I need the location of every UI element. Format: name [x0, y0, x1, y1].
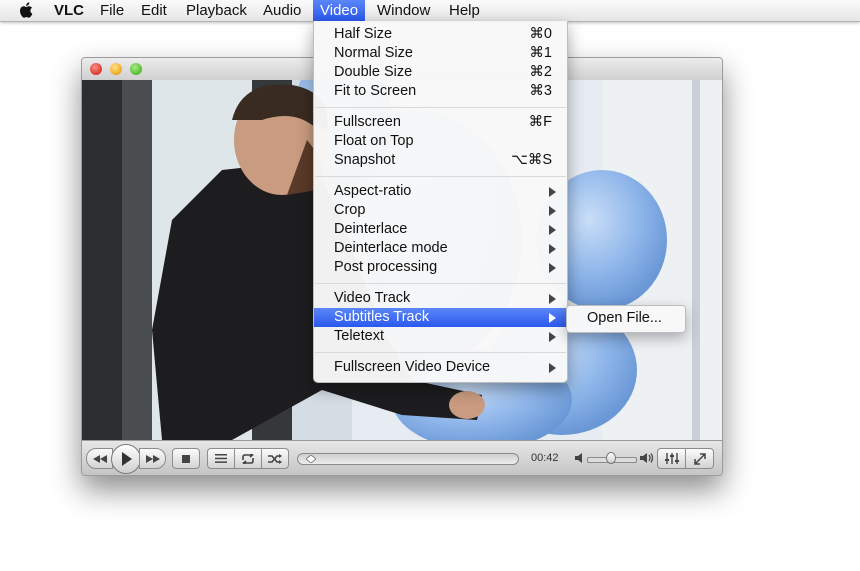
menu-window[interactable]: Window [370, 0, 437, 21]
menu-item-post-processing[interactable]: Post processing [314, 258, 567, 277]
fast-forward-button[interactable] [139, 448, 166, 469]
menu-item-deinterlace-mode[interactable]: Deinterlace mode [314, 239, 567, 258]
menu-item-half-size[interactable]: Half Size ⌘0 [314, 25, 567, 44]
menu-item-snapshot[interactable]: Snapshot ⌥⌘S [314, 151, 567, 170]
menu-audio[interactable]: Audio [256, 0, 308, 21]
menu-edit[interactable]: Edit [134, 0, 174, 21]
menu-vlc[interactable]: VLC [47, 0, 91, 21]
apple-logo-icon[interactable] [18, 1, 36, 19]
shortcut-label: ⌥⌘S [511, 152, 552, 168]
menu-item-subtitles-track[interactable]: Subtitles Track [314, 308, 567, 327]
menu-item-teletext[interactable]: Teletext [314, 327, 567, 346]
menu-item-fullscreen[interactable]: Fullscreen ⌘F [314, 113, 567, 132]
menu-item-fit-to-screen[interactable]: Fit to Screen ⌘3 [314, 82, 567, 101]
menu-item-video-track[interactable]: Video Track [314, 289, 567, 308]
menu-separator [315, 283, 566, 284]
shuffle-button[interactable] [261, 448, 289, 469]
volume-knob[interactable] [606, 452, 616, 464]
zoom-window-button[interactable] [130, 63, 142, 75]
equalizer-button[interactable] [657, 448, 686, 469]
menu-item-aspect-ratio[interactable]: Aspect-ratio [314, 182, 567, 201]
video-menu-dropdown: Half Size ⌘0 Normal Size ⌘1 Double Size ⌘2 … [313, 21, 568, 383]
menu-bar: VLC File Edit Playback Audio Video Windo… [0, 0, 860, 22]
minimize-window-button[interactable] [110, 63, 122, 75]
submenu-arrow-icon [549, 313, 556, 323]
shortcut-label: ⌘3 [529, 83, 552, 99]
menu-item-double-size[interactable]: Double Size ⌘2 [314, 63, 567, 82]
menu-separator [315, 176, 566, 177]
menu-separator [315, 352, 566, 353]
menu-item-fullscreen-video-device[interactable]: Fullscreen Video Device [314, 358, 567, 377]
playback-controls: 00:42 [82, 440, 722, 475]
fullscreen-button[interactable] [685, 448, 714, 469]
time-display[interactable]: 00:42 [531, 452, 559, 464]
repeat-button[interactable] [234, 448, 262, 469]
submenu-arrow-icon [549, 206, 556, 216]
play-icon [122, 452, 132, 466]
playlist-icon [215, 454, 227, 463]
submenu-arrow-icon [549, 187, 556, 197]
rewind-button[interactable] [86, 448, 113, 469]
submenu-arrow-icon [549, 244, 556, 254]
rewind-icon [92, 454, 107, 463]
menu-help[interactable]: Help [442, 0, 487, 21]
menu-item-deinterlace[interactable]: Deinterlace [314, 220, 567, 239]
equalizer-icon [664, 453, 679, 464]
stop-icon [182, 454, 190, 463]
menu-item-crop[interactable]: Crop [314, 201, 567, 220]
menu-item-float-on-top[interactable]: Float on Top [314, 132, 567, 151]
shortcut-label: ⌘F [528, 114, 552, 130]
repeat-icon [242, 453, 254, 464]
menu-item-open-file[interactable]: Open File... [587, 309, 662, 328]
menu-item-normal-size[interactable]: Normal Size ⌘1 [314, 44, 567, 63]
seek-bar[interactable] [297, 453, 519, 465]
menu-video[interactable]: Video [313, 0, 366, 21]
shuffle-icon [268, 453, 282, 464]
close-window-button[interactable] [90, 63, 102, 75]
submenu-arrow-icon [549, 294, 556, 304]
shortcut-label: ⌘0 [529, 26, 552, 42]
seek-knob[interactable] [306, 455, 317, 463]
subtitles-submenu: Open File... [566, 305, 686, 333]
fullscreen-icon [693, 452, 706, 465]
submenu-arrow-icon [549, 332, 556, 342]
shortcut-label: ⌘2 [529, 64, 552, 80]
stop-button[interactable] [172, 448, 200, 469]
shortcut-label: ⌘1 [529, 45, 552, 61]
menu-file[interactable]: File [93, 0, 131, 21]
submenu-arrow-icon [549, 263, 556, 273]
volume-high-icon[interactable] [640, 452, 656, 464]
submenu-arrow-icon [549, 225, 556, 235]
menu-playback[interactable]: Playback [179, 0, 254, 21]
play-button[interactable] [111, 444, 141, 474]
volume-low-icon[interactable] [575, 453, 585, 463]
menu-separator [315, 107, 566, 108]
playlist-button[interactable] [207, 448, 235, 469]
submenu-arrow-icon [549, 363, 556, 373]
fast-forward-icon [145, 454, 160, 463]
